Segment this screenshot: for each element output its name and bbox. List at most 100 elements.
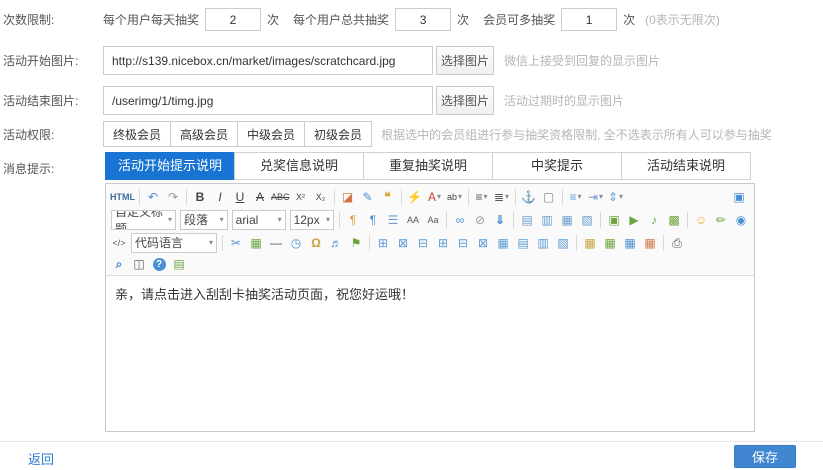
underline-icon[interactable]: U [230,187,250,207]
cell-align-icon[interactable]: ▧ [553,233,573,253]
save-button[interactable]: 保存 [734,445,796,468]
fullscreen-icon[interactable]: ▣ [729,187,749,207]
ordered-list-icon[interactable]: ≡▾ [472,187,492,207]
delete-row-icon[interactable]: ⊟ [453,233,473,253]
start-image-pick-button[interactable]: 选择图片 [436,46,494,75]
indent-icon[interactable]: ⇥▾ [586,187,606,207]
highlight-color-icon[interactable]: ab▾ [445,187,465,207]
align-left-icon[interactable]: ▤ [517,210,537,230]
delete-col-icon[interactable]: ⊠ [473,233,493,253]
background-icon[interactable]: ▩ [664,210,684,230]
tab-repeat-draw-note[interactable]: 重复抽奖说明 [363,152,493,180]
format-painter-icon[interactable]: ✎ [358,187,378,207]
per-day-input[interactable] [205,8,261,31]
end-image-input[interactable] [103,86,433,115]
tab-activity-start-note[interactable]: 活动开始提示说明 [105,152,235,180]
scrawl-icon[interactable]: ✏ [711,210,731,230]
snapscreen-icon[interactable]: ✂ [226,233,246,253]
align-right-icon[interactable]: ▦ [557,210,577,230]
insert-row-icon[interactable]: ⊟ [413,233,433,253]
tab-win-note[interactable]: 中奖提示 [492,152,622,180]
lowercase-icon[interactable]: Aa [423,210,443,230]
image-icon[interactable]: ▦ [246,233,266,253]
hr-icon[interactable]: — [266,233,286,253]
merge-cells-icon[interactable]: ▦ [493,233,513,253]
format-clear-icon[interactable]: ABC [270,187,291,207]
eraser-icon[interactable]: ◪ [338,187,358,207]
split-cells-icon[interactable]: ▤ [513,233,533,253]
custom-title-select[interactable]: 自定义标题▾ [111,210,176,230]
word-count-icon[interactable]: ☰ [383,210,403,230]
clock-icon[interactable]: ◷ [286,233,306,253]
anchor-icon[interactable]: ⚓ [519,187,539,207]
insert-audio-icon[interactable]: ♪ [644,210,664,230]
line-height-icon[interactable]: ⇕▾ [606,187,626,207]
member-option-premium[interactable]: 高级会员 [170,121,238,147]
table-chart-icon[interactable]: ▦ [640,233,660,253]
help-icon[interactable]: ? [149,254,169,274]
paste-plain-icon[interactable]: ⚡ [405,187,425,207]
source-icon[interactable]: HTML [109,187,136,207]
preview-icon[interactable]: ▤ [169,254,189,274]
insert-code-icon[interactable]: </> [109,233,129,253]
insert-table-icon[interactable]: ⊞ [373,233,393,253]
end-image-pick-button[interactable]: 选择图片 [436,86,494,115]
search-replace-icon[interactable]: ⌕ [109,254,129,274]
insert-frame-icon[interactable]: ▣ [604,210,624,230]
undo-icon[interactable]: ↶ [143,187,163,207]
code-language-select[interactable]: 代码语言▾ [131,233,217,253]
italic-icon[interactable]: I [210,187,230,207]
member-extra-input[interactable] [561,8,617,31]
bold-icon[interactable]: B [190,187,210,207]
toolbar-separator [562,189,563,205]
toolbar-separator [576,235,577,251]
attachment-icon[interactable]: ◉ [731,210,751,230]
unlink-icon[interactable]: ⊘ [470,210,490,230]
spellcheck-icon[interactable]: ◫ [129,254,149,274]
unordered-list-icon[interactable]: ≣▾ [492,187,512,207]
toolbar-separator [369,235,370,251]
member-option-intermediate[interactable]: 中级会员 [237,121,305,147]
redo-icon[interactable]: ↷ [163,187,183,207]
strikethrough-icon[interactable]: A [250,187,270,207]
total-input[interactable] [395,8,451,31]
align-justify-icon[interactable]: ▧ [577,210,597,230]
table-sort-icon[interactable]: ▦ [600,233,620,253]
spechars-icon[interactable]: Ω [306,233,326,253]
font-color-icon[interactable]: A▾ [425,187,445,207]
align-center-icon[interactable]: ▥ [537,210,557,230]
subscript-icon[interactable]: X₂ [311,187,331,207]
download-icon[interactable]: ⇓ [490,210,510,230]
superscript-icon[interactable]: X² [291,187,311,207]
emotion-icon[interactable]: ☺ [691,210,711,230]
dir-rtl-icon[interactable]: ¶ [363,210,383,230]
total-unit: 次 [457,11,469,28]
print-icon[interactable]: ⎙ [667,233,687,253]
insert-col-icon[interactable]: ⊞ [433,233,453,253]
member-option-beginner[interactable]: 初级会员 [304,121,372,147]
map-icon[interactable]: ⚑ [346,233,366,253]
dir-ltr-icon[interactable]: ¶ [343,210,363,230]
delete-table-icon[interactable]: ⊠ [393,233,413,253]
new-page-icon[interactable]: ▢ [539,187,559,207]
toolbar-separator [468,189,469,205]
align-icon[interactable]: ≡▾ [566,187,586,207]
toolbar-separator [401,189,402,205]
table-bg-icon[interactable]: ▦ [580,233,600,253]
start-image-input[interactable] [103,46,433,75]
quote-icon[interactable]: ❝ [378,187,398,207]
editor-content[interactable]: 亲，请点击进入刮刮卡抽奖活动页面，祝您好运哦！ [106,276,754,431]
music-icon[interactable]: ♬ [326,233,346,253]
uppercase-icon[interactable]: AA [403,210,423,230]
member-option-ultimate[interactable]: 终极会员 [103,121,171,147]
font-size-select[interactable]: 12px▾ [290,210,334,230]
back-link[interactable]: 返回 [28,449,54,468]
tab-activity-end-note[interactable]: 活动结束说明 [621,152,751,180]
link-icon[interactable]: ∞ [450,210,470,230]
font-family-select[interactable]: arial▾ [232,210,286,230]
paragraph-format-select[interactable]: 段落▾ [180,210,228,230]
tab-redeem-info[interactable]: 兑奖信息说明 [234,152,364,180]
insert-video-icon[interactable]: ▶ [624,210,644,230]
table-border-icon[interactable]: ▦ [620,233,640,253]
table-title-icon[interactable]: ▥ [533,233,553,253]
